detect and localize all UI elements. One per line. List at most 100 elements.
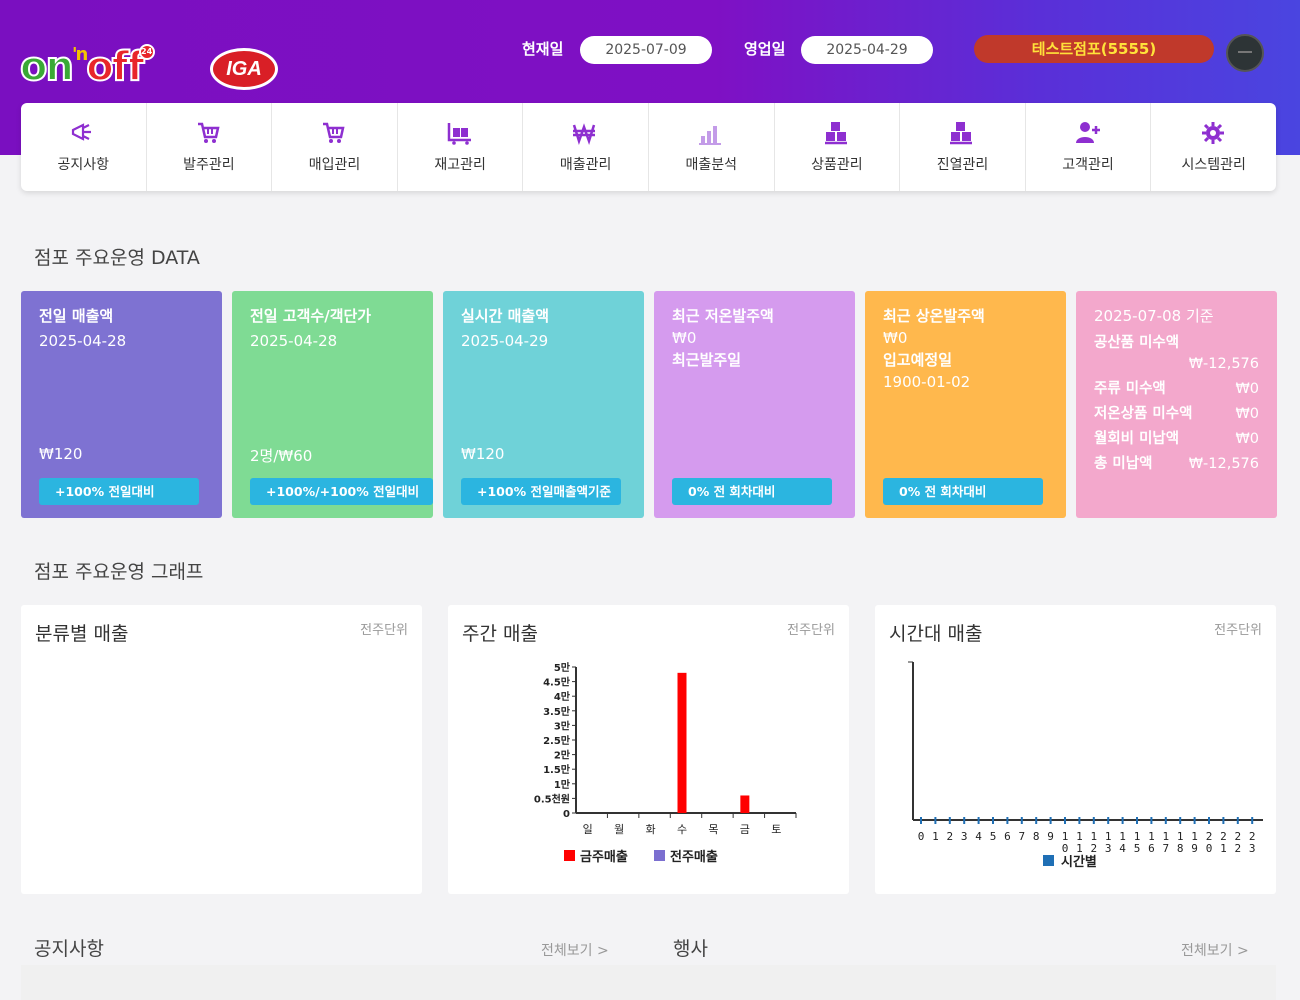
card-cold-order[interactable]: 최근 저온발주액 ₩0 최근발주일 0% 전 회차대비 (654, 291, 855, 518)
store-select-button[interactable]: 테스트점포(5555) (974, 35, 1214, 63)
menu-item-9[interactable]: 시스템관리 (1151, 103, 1276, 191)
bar-금주매출 (740, 795, 750, 813)
x-tick-label: 화 (646, 823, 656, 836)
card-title: 전일 매출액 (39, 307, 114, 325)
menu-item-4[interactable]: 매출관리 (523, 103, 649, 191)
hourly-sales-chart: 0 1 2 3 4 5 6 7 8 9 1 01 11 21 31 41 51 61 71 81 92 02 12 22 3시간… (908, 661, 1263, 870)
bar-금주매출 (677, 672, 687, 813)
event-view-all-link[interactable]: 전체보기 > (1181, 940, 1249, 960)
card-value: ₩120 (461, 445, 505, 463)
menu-item-label: 공지사항 (57, 157, 110, 173)
card-prev-day-sales[interactable]: 전일 매출액 2025-04-28 ₩120 +100% 전일대비 (21, 291, 222, 518)
menu-item-8[interactable]: 고객관리 (1026, 103, 1152, 191)
x-tick-label: 일 (583, 822, 593, 836)
logo-off-text: off (85, 43, 145, 91)
panel-unit: 전주단위 (360, 623, 408, 638)
y-tick-label: 4.5만 (543, 676, 571, 689)
x-tick-label: 19 (1191, 830, 1198, 855)
notice-section-title: 공지사항 (34, 938, 104, 960)
row-label: 월회비 미납액 (1094, 431, 1180, 447)
x-tick-label: 21 (1220, 830, 1227, 855)
menu-item-2[interactable]: 매입관리 (272, 103, 398, 191)
card-receivables[interactable]: 2025-07-08 기준 공산품 미수액 ₩-12,576 주류 미수액 ₩0 … (1076, 291, 1277, 518)
panel-title: 분류별 매출 (35, 623, 129, 645)
menu-item-label: 발주관리 (183, 157, 235, 173)
card-amount: ₩0 (883, 329, 908, 347)
menu-item-1[interactable]: 발주관리 (147, 103, 273, 191)
iga-logo: IGA (210, 48, 278, 90)
panel-weekly-sales: 주간 매출 전주단위 0 0.5천원 1만 1.5만 2만 2.5만 3만 3.5만 4만 4.5… (448, 605, 849, 894)
notice-view-all-link[interactable]: 전체보기 > (541, 940, 609, 960)
current-date-label: 현재일 (522, 40, 564, 58)
row-value: ₩-12,576 (1188, 356, 1259, 372)
menu-item-6[interactable]: 상품관리 (775, 103, 901, 191)
x-tick-label: 11 (1076, 830, 1083, 855)
weekly-sales-chart: 0 0.5천원1만 1.5만2만 2.5만 3만3.5만 4만4.5만 5만일 월 화 수 목 금 토금… (534, 661, 797, 865)
logo-on-text: on (19, 43, 75, 91)
card-realtime-sales[interactable]: 실시간 매출액 2025-04-29 ₩120 +100% 전일매출액기준 (443, 291, 644, 518)
legend-swatch (1043, 855, 1054, 866)
gear-icon (1201, 122, 1224, 144)
menu-item-label: 진열관리 (936, 157, 989, 173)
onoff-logo[interactable]: on'noff24 (19, 43, 155, 91)
card-title: 최근 저온발주액 (672, 307, 774, 325)
inventory-icon (447, 123, 472, 145)
x-tick-label: 9 (1047, 830, 1054, 843)
y-tick-label: 3만 (554, 719, 571, 732)
card-badge: 0% 전 회차대비 (672, 478, 832, 505)
card-prev-day-customers[interactable]: 전일 고객수/객단가 2025-04-28 2명/₩60 +100%/+100%… (232, 291, 433, 518)
x-tick-label: 0 (918, 830, 925, 843)
business-date-field[interactable]: 2025-04-29 (801, 36, 933, 64)
x-tick-label: 토 (771, 823, 781, 836)
y-tick-label: 3.5만 (543, 705, 571, 718)
card-badge: +100% 전일매출액기준 (461, 478, 621, 505)
legend-swatch (564, 850, 575, 861)
x-tick-label: 금 (740, 823, 750, 836)
y-tick-label: 2만 (554, 749, 571, 762)
menu-item-7[interactable]: 진열관리 (900, 103, 1026, 191)
receivable-row: 총 미납액 ₩-12,576 (1094, 452, 1259, 477)
cart-icon (197, 122, 220, 143)
card-room-temp-order[interactable]: 최근 상온발주액 ₩0 입고예정일 1900-01-02 0% 전 회차대비 (865, 291, 1066, 518)
x-tick-label: 1 (932, 830, 939, 843)
menu-item-label: 매입관리 (308, 157, 361, 173)
logo-n-text: 'n (71, 44, 88, 65)
boxes-icon (824, 122, 847, 145)
current-date-field[interactable]: 2025-07-09 (580, 36, 712, 64)
row-value: ₩-12,576 (1188, 456, 1259, 472)
x-tick-label: 3 (961, 830, 968, 843)
x-tick-label: 월 (614, 823, 624, 836)
card-badge: +100%/+100% 전일대비 (250, 478, 433, 505)
card-receive-date: 1900-01-02 (883, 373, 971, 391)
bar-chart-icon (699, 126, 722, 145)
event-section-title: 행사 (673, 938, 708, 960)
x-tick-label: 15 (1134, 830, 1141, 855)
boxes-icon (950, 122, 973, 145)
card-receive-date-label: 입고예정일 (883, 351, 953, 369)
menu-item-3[interactable]: 재고관리 (398, 103, 524, 191)
menu-item-5[interactable]: 매출분석 (649, 103, 775, 191)
card-value: 2명/₩60 (250, 447, 313, 465)
row-label: 주류 미수액 (1094, 381, 1166, 397)
row-label: 저온상품 미수액 (1094, 406, 1193, 422)
legend-swatch (654, 850, 665, 861)
x-tick-label: 10 (1062, 830, 1069, 855)
x-tick-label: 22 (1234, 830, 1241, 855)
cart-icon (323, 122, 346, 143)
receivable-row: 저온상품 미수액 ₩0 (1094, 402, 1259, 427)
row-value: ₩0 (1235, 431, 1259, 447)
main-menu: 공지사항 발주관리 매입관리 재고관리 매출관리 매출분석 상품관리 진열관리 고객관리 시스템관… (21, 103, 1276, 191)
avatar-icon (1238, 51, 1252, 53)
user-avatar[interactable] (1226, 34, 1264, 72)
x-tick-label: 16 (1148, 830, 1155, 855)
legend-label: 시간별 (1061, 854, 1097, 870)
x-tick-label: 23 (1249, 830, 1256, 855)
x-tick-label: 14 (1119, 830, 1126, 855)
card-title: 최근 상온발주액 (883, 307, 985, 325)
y-tick-label: 1만 (554, 778, 571, 791)
x-tick-label: 4 (975, 830, 982, 843)
menu-item-0[interactable]: 공지사항 (21, 103, 147, 191)
x-tick-label: 6 (1004, 830, 1011, 843)
menu-item-label: 상품관리 (811, 157, 863, 173)
x-tick-label: 목 (708, 823, 718, 836)
